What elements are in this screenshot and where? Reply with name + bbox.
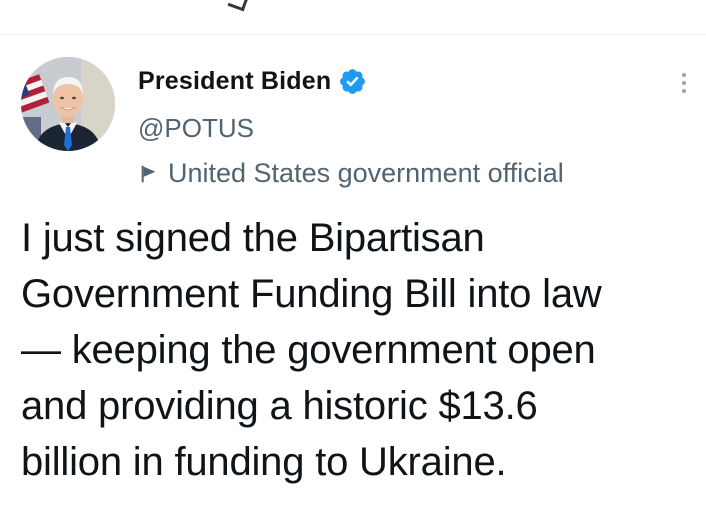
- tweet[interactable]: President Biden @POTUS United States gov…: [0, 35, 706, 514]
- tweet-text: I just signed the Bipartisan Government …: [21, 216, 602, 484]
- flag-icon: [141, 165, 156, 182]
- previous-tweet-text-remnant: [0, 0, 706, 12]
- verified-badge-icon: [340, 68, 366, 94]
- author-handle[interactable]: @POTUS: [138, 113, 254, 144]
- account-label[interactable]: United States government official: [138, 158, 564, 189]
- kebab-dot: [682, 73, 686, 77]
- author-name-row[interactable]: President Biden: [138, 65, 367, 97]
- avatar[interactable]: [21, 57, 115, 151]
- account-label-text: United States government official: [168, 158, 564, 188]
- kebab-dot: [682, 89, 686, 93]
- clipped-glyph: [227, 0, 250, 12]
- avatar-image: [21, 57, 115, 151]
- more-options-button[interactable]: [670, 65, 698, 101]
- kebab-dot: [682, 81, 686, 85]
- display-name[interactable]: President Biden: [138, 67, 331, 96]
